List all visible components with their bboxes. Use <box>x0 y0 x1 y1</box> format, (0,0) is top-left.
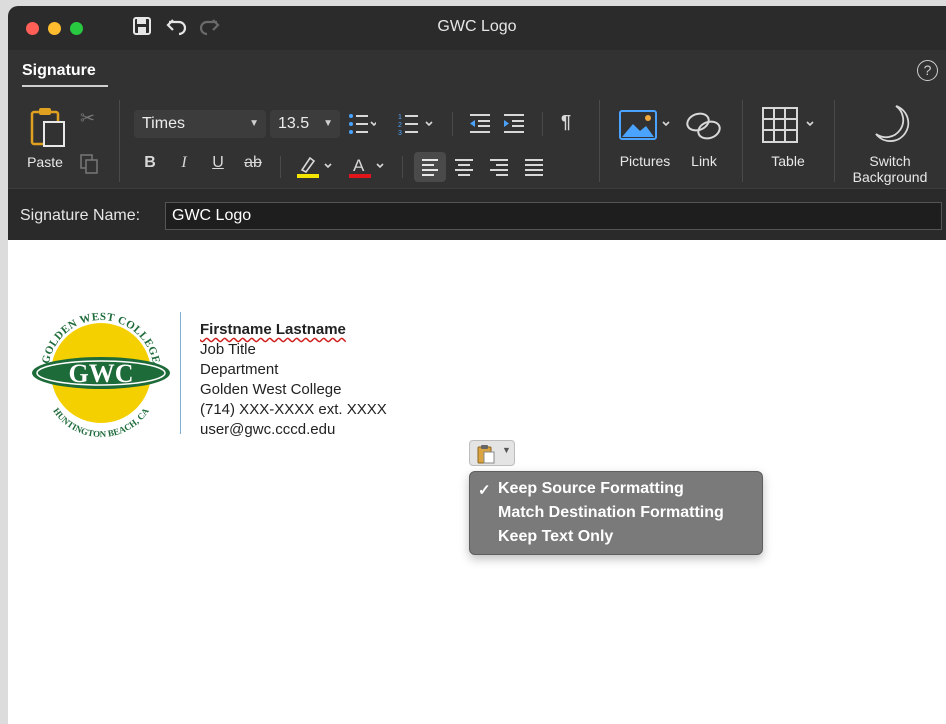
paste-options-menu: ✓ Keep Source Formatting Match Destinati… <box>469 471 763 555</box>
highlight-icon[interactable] <box>296 154 336 183</box>
show-formatting-icon[interactable]: ¶ <box>561 112 571 133</box>
switch-label-line-2: Background <box>852 169 928 185</box>
numbered-list-icon[interactable]: 123 <box>398 112 434 141</box>
copy-icon[interactable] <box>80 154 98 179</box>
logo-text: GWC <box>69 359 134 388</box>
group-divider <box>280 156 281 178</box>
chevron-down-icon: ▼ <box>502 445 511 455</box>
signature-phone: (714) XXX-XXXX ext. XXXX <box>200 401 387 418</box>
bold-button[interactable]: B <box>140 154 160 172</box>
font-color-icon[interactable]: A <box>348 154 388 183</box>
signature-department: Department <box>200 361 279 378</box>
signature-name-input[interactable]: GWC Logo <box>165 202 942 230</box>
pictures-label: Pictures <box>619 153 671 169</box>
link-icon[interactable] <box>684 110 724 147</box>
italic-button[interactable]: I <box>174 154 194 172</box>
align-center-icon[interactable] <box>454 158 474 181</box>
menu-item-match-destination-formatting[interactable]: Match Destination Formatting <box>498 504 724 522</box>
group-divider <box>599 100 600 182</box>
font-size-dropdown[interactable]: 13.5 ▼ <box>270 110 340 138</box>
group-divider <box>119 100 120 182</box>
svg-text:3: 3 <box>398 130 402 136</box>
svg-text:1: 1 <box>398 114 402 121</box>
group-divider <box>834 100 835 182</box>
gwc-logo: GOLDEN WEST COLLEGE HUNTINGTON BEACH, CA… <box>31 303 171 443</box>
signature-name: Firstname Lastname <box>200 321 346 338</box>
title-bar: GWC Logo <box>8 6 946 50</box>
link-label: Link <box>691 153 717 169</box>
paste-options-button[interactable]: ▼ <box>469 440 515 466</box>
signature-name-bar: Signature Name: GWC Logo <box>8 188 946 241</box>
active-tab-indicator <box>22 85 108 87</box>
window-title: GWC Logo <box>437 18 517 35</box>
signature-body[interactable]: GOLDEN WEST COLLEGE HUNTINGTON BEACH, CA… <box>8 240 946 724</box>
font-name-dropdown[interactable]: Times ▼ <box>134 110 266 138</box>
svg-text:A: A <box>353 156 365 175</box>
signature-editor-window: GWC Logo Signature ? Paste ✂ Times ▼ 13.… <box>8 6 946 724</box>
signature-job-title: Job Title <box>200 341 256 358</box>
signature-email: user@gwc.cccd.edu <box>200 421 336 438</box>
cut-icon[interactable]: ✂ <box>80 108 95 129</box>
help-icon[interactable]: ? <box>917 60 938 81</box>
signature-divider <box>180 312 181 434</box>
svg-text:2: 2 <box>398 122 402 129</box>
checkmark-icon: ✓ <box>478 482 491 499</box>
align-right-icon[interactable] <box>489 158 509 181</box>
ribbon: Signature ? Paste ✂ Times ▼ 13.5 ▼ 1 2 3… <box>8 50 946 188</box>
decrease-indent-icon[interactable] <box>468 112 492 139</box>
moon-icon[interactable] <box>872 104 912 151</box>
justify-icon[interactable] <box>524 158 544 181</box>
chevron-down-icon: ▼ <box>249 118 259 129</box>
font-name-value: Times <box>142 115 185 132</box>
group-divider <box>452 112 453 136</box>
strikethrough-button[interactable]: ab <box>243 154 263 172</box>
group-divider <box>742 100 743 182</box>
font-size-value: 13.5 <box>278 115 310 132</box>
chevron-down-icon: ▼ <box>323 118 333 129</box>
signature-name-label: Signature Name: <box>20 207 141 224</box>
clipboard-icon <box>477 445 495 464</box>
menu-item-keep-source-formatting[interactable]: Keep Source Formatting <box>498 480 684 498</box>
signature-text-block: Firstname Lastname Job Title Department … <box>200 320 387 440</box>
pictures-icon[interactable] <box>618 108 674 147</box>
underline-button[interactable]: U <box>208 154 228 172</box>
menu-item-keep-text-only[interactable]: Keep Text Only <box>498 528 613 546</box>
signature-college: Golden West College <box>200 381 342 398</box>
table-icon[interactable] <box>761 106 821 149</box>
tab-signature[interactable]: Signature <box>22 62 96 80</box>
align-left-button[interactable] <box>414 152 446 182</box>
increase-indent-icon[interactable] <box>502 112 526 139</box>
switch-label-line-1: Switch <box>869 153 911 169</box>
bulleted-list-icon[interactable] <box>348 112 378 141</box>
table-label: Table <box>771 153 805 169</box>
paste-icon[interactable] <box>30 106 70 153</box>
group-divider <box>402 156 403 178</box>
group-divider <box>542 112 543 136</box>
paste-label: Paste <box>27 154 63 170</box>
switch-background-label[interactable]: Switch Background <box>844 153 936 185</box>
